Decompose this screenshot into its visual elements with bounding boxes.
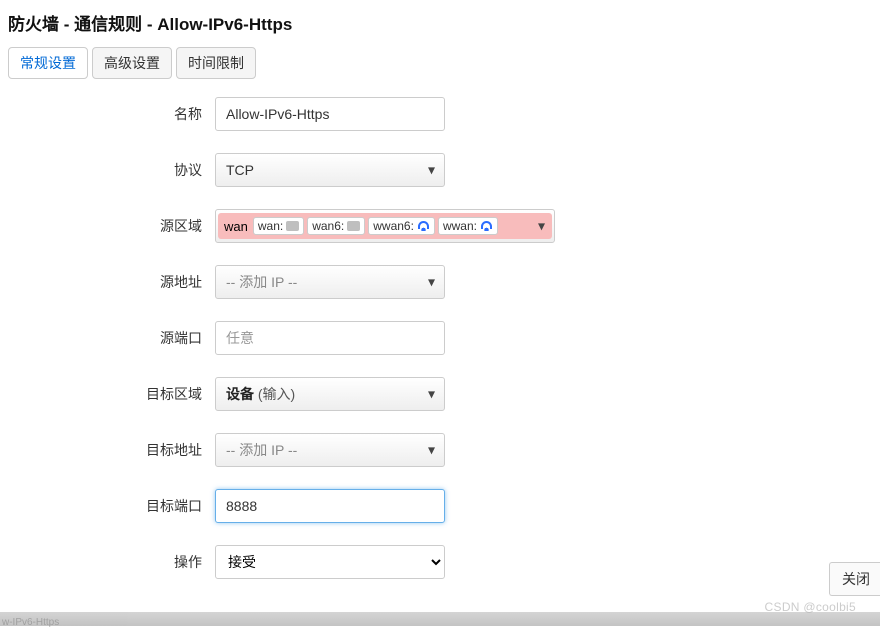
wifi-icon xyxy=(480,221,493,231)
chevron-down-icon: ▾ xyxy=(428,442,435,459)
src-addr-select[interactable]: -- 添加 IP -- ▾ xyxy=(215,265,445,299)
src-addr-placeholder: -- 添加 IP -- xyxy=(226,272,297,292)
iface-wwan: wwan: xyxy=(438,217,498,235)
chevron-down-icon: ▾ xyxy=(428,162,435,179)
tabs: 常规设置 高级设置 时间限制 xyxy=(0,47,880,79)
dst-port-input[interactable] xyxy=(215,489,445,523)
iface-wwan6: wwan6: xyxy=(368,217,435,235)
iface-wan6: wan6: xyxy=(307,217,365,235)
src-zone-select[interactable]: wan wan: wan6: wwan6: wwan: ▾ xyxy=(215,209,555,243)
page-title: 防火墙 - 通信规则 - Allow-IPv6-Https xyxy=(0,0,880,41)
name-label: 名称 xyxy=(0,104,215,124)
dst-zone-value: 设备 (输入) xyxy=(226,384,295,404)
src-port-input[interactable] xyxy=(215,321,445,355)
iface-wan: wan: xyxy=(253,217,304,235)
dst-port-label: 目标端口 xyxy=(0,496,215,516)
dst-addr-label: 目标地址 xyxy=(0,440,215,460)
dst-zone-label: 目标区域 xyxy=(0,384,215,404)
tab-time[interactable]: 时间限制 xyxy=(176,47,256,79)
protocol-select[interactable]: TCP ▾ xyxy=(215,153,445,187)
src-port-label: 源端口 xyxy=(0,328,215,348)
wifi-icon xyxy=(417,221,430,231)
protocol-value: TCP xyxy=(226,162,254,178)
dst-addr-select[interactable]: -- 添加 IP -- ▾ xyxy=(215,433,445,467)
action-label: 操作 xyxy=(0,552,215,572)
name-input[interactable] xyxy=(215,97,445,131)
firewall-zone-badge: wan wan: wan6: wwan6: wwan: xyxy=(218,213,552,239)
chevron-down-icon: ▾ xyxy=(428,386,435,403)
ethernet-icon xyxy=(347,221,360,231)
bottom-strip: w-IPv6-Https xyxy=(0,612,880,626)
src-zone-label: 源区域 xyxy=(0,216,215,236)
protocol-label: 协议 xyxy=(0,160,215,180)
tab-advanced[interactable]: 高级设置 xyxy=(92,47,172,79)
tab-general[interactable]: 常规设置 xyxy=(8,47,88,79)
zone-name: wan xyxy=(224,219,250,234)
ethernet-icon xyxy=(286,221,299,231)
action-select[interactable]: 接受 xyxy=(215,545,445,579)
dst-addr-placeholder: -- 添加 IP -- xyxy=(226,440,297,460)
close-button[interactable]: 关闭 xyxy=(829,562,880,596)
src-addr-label: 源地址 xyxy=(0,272,215,292)
dst-zone-select[interactable]: 设备 (输入) ▾ xyxy=(215,377,445,411)
chevron-down-icon: ▾ xyxy=(428,274,435,291)
